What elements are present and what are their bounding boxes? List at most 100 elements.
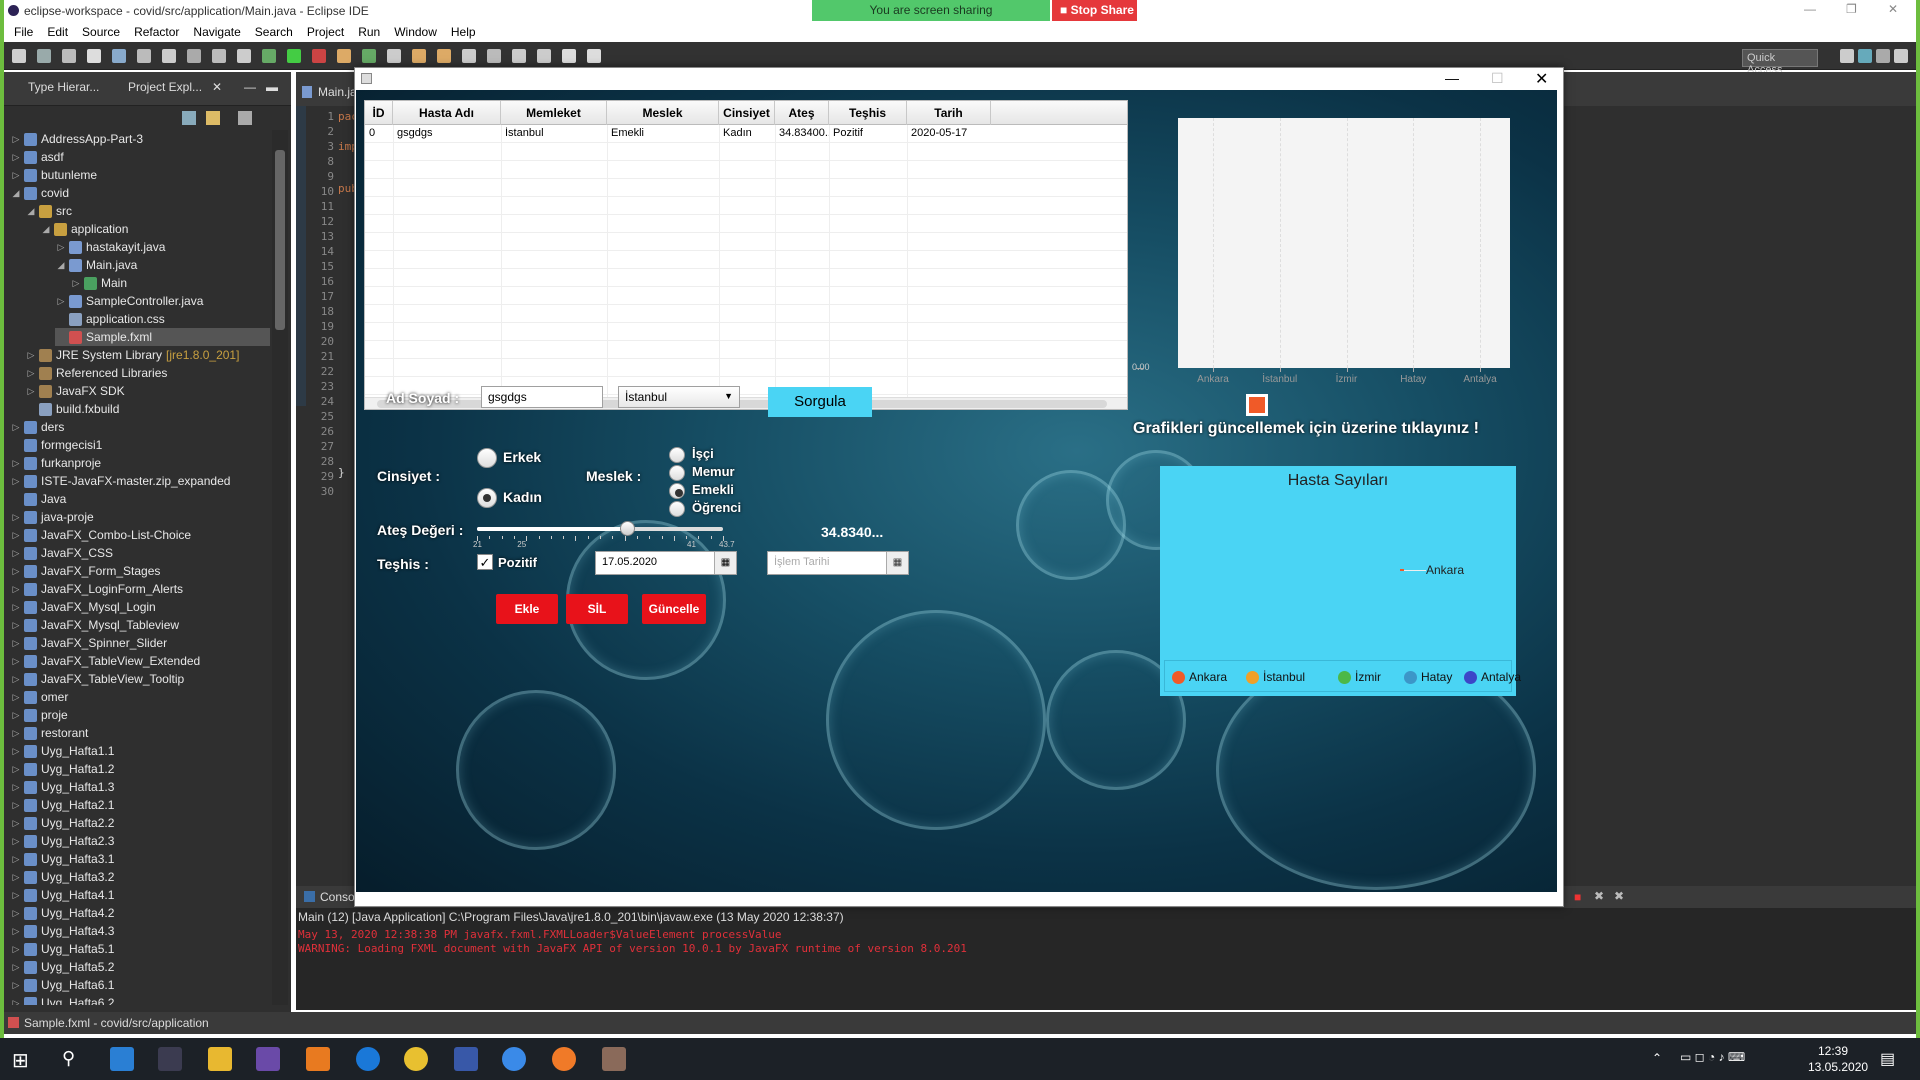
tree-item[interactable]: ▷ AddressApp-Part-3 — [10, 130, 144, 148]
toolbar-icon[interactable] — [462, 49, 476, 63]
minimize-view-icon[interactable]: — — [244, 80, 256, 94]
zoom-icon[interactable] — [502, 1047, 526, 1071]
date-picker[interactable]: 17.05.2020 ▦ — [595, 551, 737, 575]
column-header-1[interactable]: Hasta Adı — [393, 101, 501, 125]
tree-item[interactable]: ▷ Uyg_Hafta6.2 — [10, 994, 114, 1005]
tree-item[interactable]: ▷ JavaFX_Form_Stages — [10, 562, 161, 580]
tree-item[interactable]: ▷ Uyg_Hafta4.3 — [10, 922, 115, 940]
tree-item[interactable]: ▷ hastakayit.java — [55, 238, 166, 256]
perspective-icon[interactable] — [1858, 49, 1872, 63]
name-input[interactable]: gsgdgs — [481, 386, 603, 408]
process-date-picker[interactable]: İşlem Tarihi ▦ — [767, 551, 909, 575]
tree-item[interactable]: ▷ Uyg_Hafta1.2 — [10, 760, 115, 778]
toolbar-icon[interactable] — [62, 49, 76, 63]
expand-arrow-icon[interactable]: ▷ — [10, 458, 22, 469]
tree-item[interactable]: ▷ ISTE-JavaFX-master.zip_expanded — [10, 472, 231, 490]
chart-hint[interactable]: Grafikleri güncellemek için üzerine tıkl… — [1133, 420, 1479, 438]
tree-item[interactable]: ▷ Uyg_Hafta3.1 — [10, 850, 115, 868]
expand-arrow-icon[interactable]: ▷ — [10, 584, 22, 595]
tree-item[interactable]: ▷ asdf — [10, 148, 64, 166]
add-button[interactable]: Ekle — [496, 594, 558, 624]
toolbar-icon[interactable] — [162, 49, 176, 63]
perspective-icon[interactable] — [1894, 49, 1908, 63]
tree-item[interactable]: ▷ JavaFX_TableView_Extended — [10, 652, 201, 670]
editor-tab-main[interactable]: Main.ja — [318, 85, 357, 99]
expand-arrow-icon[interactable]: ▷ — [10, 638, 22, 649]
expand-arrow-icon[interactable]: ▷ — [10, 836, 22, 847]
toolbar-icon[interactable] — [487, 49, 501, 63]
fx-minimize-icon[interactable]: — — [1445, 70, 1459, 86]
store-icon[interactable] — [158, 1047, 182, 1071]
notifications-icon[interactable]: ▤ — [1880, 1049, 1895, 1069]
delete-button[interactable]: SİL — [566, 594, 628, 624]
tray-icons[interactable]: ▭ ◻ ◔ ♪ ⌨ — [1680, 1050, 1745, 1064]
tree-item[interactable]: ▷ JavaFX_Mysql_Login — [10, 598, 156, 616]
quick-access-input[interactable]: Quick Access — [1742, 49, 1818, 76]
expand-arrow-icon[interactable]: ▷ — [10, 800, 22, 811]
expand-arrow-icon[interactable]: ▷ — [10, 962, 22, 973]
calendar-icon[interactable]: ▦ — [714, 552, 736, 574]
expand-arrow-icon[interactable]: ▷ — [55, 242, 67, 253]
menu-item-window[interactable]: Window — [388, 22, 445, 42]
menu-item-search[interactable]: Search — [249, 22, 301, 42]
city-select[interactable]: İstanbul ▼ — [618, 386, 740, 408]
update-button[interactable]: Güncelle — [642, 594, 706, 624]
tree-item[interactable]: ◢ src — [25, 202, 72, 220]
expand-arrow-icon[interactable]: ▷ — [10, 998, 22, 1006]
expand-arrow-icon[interactable]: ◢ — [25, 206, 37, 217]
toolbar-icon[interactable] — [237, 49, 251, 63]
expand-arrow-icon[interactable]: ▷ — [10, 170, 22, 181]
expand-arrow-icon[interactable]: ▷ — [10, 854, 22, 865]
gender-radio-kadın[interactable] — [477, 488, 497, 508]
tab-type-hierarchy[interactable]: Type Hierar... — [28, 80, 99, 94]
expand-arrow-icon[interactable]: ▷ — [10, 944, 22, 955]
column-header-7[interactable]: Tarih — [907, 101, 991, 125]
console-tab[interactable]: Conso — [320, 890, 355, 904]
toolbar-icon[interactable] — [212, 49, 226, 63]
column-header-5[interactable]: Ateş — [775, 101, 829, 125]
expand-arrow-icon[interactable]: ▷ — [10, 926, 22, 937]
expand-arrow-icon[interactable]: ▷ — [10, 476, 22, 487]
job-radio[interactable] — [669, 465, 685, 481]
tree-item[interactable]: ▷ Uyg_Hafta5.2 — [10, 958, 115, 976]
link-editor-icon[interactable] — [206, 111, 220, 125]
tree-item[interactable]: ▷ JavaFX_Combo-List-Choice — [10, 526, 192, 544]
job-radio[interactable] — [669, 483, 685, 499]
menu-item-source[interactable]: Source — [76, 22, 128, 42]
tree-item[interactable]: Sample.fxml — [55, 328, 270, 346]
sublime-icon[interactable] — [306, 1047, 330, 1071]
tree-item[interactable]: ▷ Uyg_Hafta4.1 — [10, 886, 115, 904]
expand-arrow-icon[interactable]: ▷ — [10, 980, 22, 991]
column-header-3[interactable]: Meslek — [607, 101, 719, 125]
toolbar-icon[interactable] — [412, 49, 426, 63]
remove-launch-icon[interactable]: ✖ — [1594, 889, 1604, 903]
job-radio[interactable] — [669, 501, 685, 517]
menu-item-run[interactable]: Run — [352, 22, 388, 42]
tree-item[interactable]: ▷ JavaFX_Mysql_Tableview — [10, 616, 180, 634]
tree-item[interactable]: ▷ JavaFX SDK — [25, 382, 125, 400]
expand-arrow-icon[interactable]: ▷ — [10, 656, 22, 667]
toolbar-icon[interactable] — [537, 49, 551, 63]
tree-item[interactable]: ▷ SampleController.java — [55, 292, 204, 310]
expand-arrow-icon[interactable]: ▷ — [10, 710, 22, 721]
tree-item[interactable]: ◢ covid — [10, 184, 69, 202]
expand-arrow-icon[interactable]: ▷ — [10, 548, 22, 559]
menu-item-project[interactable]: Project — [301, 22, 352, 42]
collapse-all-icon[interactable] — [182, 111, 196, 125]
expand-arrow-icon[interactable]: ◢ — [40, 224, 52, 235]
tree-item[interactable]: build.fxbuild — [25, 400, 119, 418]
toolbar-icon[interactable] — [312, 49, 326, 63]
expand-arrow-icon[interactable]: ▷ — [25, 386, 37, 397]
perspective-icon[interactable] — [1840, 49, 1854, 63]
column-header-0[interactable]: İD — [365, 101, 393, 125]
expand-arrow-icon[interactable]: ▷ — [10, 782, 22, 793]
fx-close-icon[interactable]: ✕ — [1535, 69, 1548, 89]
tree-item[interactable]: ▷ omer — [10, 688, 69, 706]
edge-icon[interactable] — [356, 1047, 380, 1071]
legend-item[interactable]: Ankara — [1172, 670, 1227, 684]
expand-arrow-icon[interactable]: ◢ — [10, 188, 22, 199]
expand-arrow-icon[interactable]: ▷ — [10, 620, 22, 631]
minimize-icon[interactable]: — — [1804, 2, 1816, 16]
expand-arrow-icon[interactable]: ▷ — [10, 602, 22, 613]
tree-item[interactable]: ▷ JavaFX_LoginForm_Alerts — [10, 580, 184, 598]
